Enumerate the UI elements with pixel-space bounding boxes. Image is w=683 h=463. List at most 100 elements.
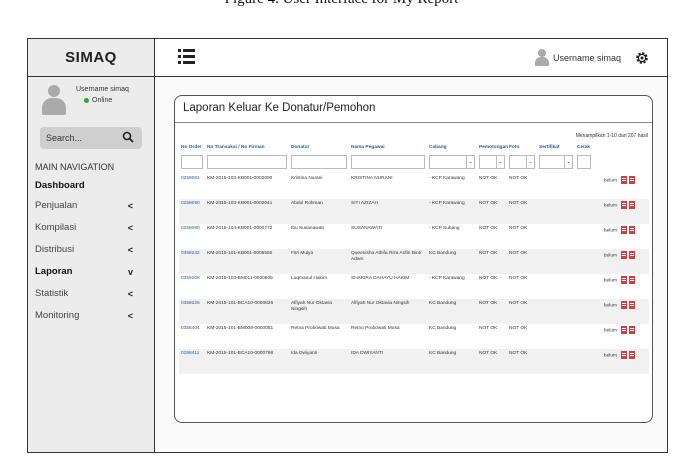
- cell-foto: NOT OK: [507, 198, 537, 224]
- sidebar-item-monitoring[interactable]: Monitoring <: [35, 308, 147, 324]
- filter-row: ⌄ ⌄ ⌄ ⌄: [179, 152, 649, 174]
- cell-cabang: - KCP Karawang: [429, 175, 465, 181]
- cell-cabang: - KCP Karawang: [427, 198, 477, 224]
- table-row[interactable]: 0258081 KM-2015-103-KB001-0002690 Kristina…: [179, 174, 649, 199]
- column-header[interactable]: Sertifikat: [537, 144, 575, 152]
- search-input[interactable]: Search...: [40, 127, 142, 149]
- cell-sertifikat: [537, 348, 575, 374]
- cell-donatur: Alfiyah Nur Oktavia Ningsih: [289, 298, 349, 324]
- sidebar-item-statistik[interactable]: Statistik <: [35, 286, 147, 302]
- cell-nama: SHAKIRA DAHAYU HAKIM: [351, 275, 410, 281]
- user-menu[interactable]: Username simaq: [534, 49, 649, 66]
- pdf-icon[interactable]: [629, 200, 635, 209]
- print-status: belum: [603, 302, 617, 308]
- pdf-icon[interactable]: [621, 325, 627, 334]
- cell-cabang: KC Bandung: [427, 348, 477, 374]
- filter-foto-select[interactable]: ⌄: [509, 154, 535, 169]
- divider: [175, 122, 652, 123]
- cell-foto: NOT OK: [509, 175, 528, 181]
- cell-cetak: belum: [575, 198, 649, 224]
- brand-logo[interactable]: SIMAQ: [28, 39, 154, 77]
- cell-donatur: Luqmanul Hakim: [291, 275, 327, 281]
- filter-cetak-input[interactable]: [577, 154, 591, 169]
- pdf-icon[interactable]: [629, 350, 635, 359]
- order-link[interactable]: 0258090: [181, 226, 200, 231]
- order-link[interactable]: 0358225: [181, 301, 200, 306]
- gear-icon[interactable]: [635, 51, 649, 65]
- pdf-icon[interactable]: [629, 225, 635, 234]
- filter-pemotongan-select[interactable]: ⌄: [479, 154, 505, 169]
- table-row[interactable]: 0358404 KM-2015-101-BM008-0000051 Retna Pr…: [179, 324, 649, 349]
- cell-sertifikat: [537, 198, 575, 224]
- print-status: belum: [603, 352, 617, 358]
- pdf-icon[interactable]: [621, 225, 627, 234]
- print-status: belum: [603, 252, 617, 258]
- cell-cetak: belum: [575, 174, 649, 199]
- chevron-left-icon: <: [127, 245, 133, 255]
- order-link[interactable]: 0358232: [181, 251, 200, 256]
- pdf-icon[interactable]: [621, 200, 627, 209]
- pdf-icon[interactable]: [621, 300, 627, 309]
- cell-cabang: KC Bandung: [427, 248, 477, 274]
- pdf-icon[interactable]: [629, 325, 635, 334]
- search-icon[interactable]: [122, 131, 134, 143]
- filter-donatur-input[interactable]: [291, 154, 347, 169]
- cell-pemotongan: NOT OK: [479, 275, 498, 281]
- menu-toggle-icon[interactable]: [178, 49, 195, 64]
- filter-cabang-select[interactable]: ⌄: [429, 154, 475, 169]
- order-link[interactable]: 0258411: [181, 351, 199, 356]
- chevron-down-icon: ⌄: [466, 155, 474, 168]
- sidebar-item-dashboard[interactable]: Dashboard: [35, 178, 147, 194]
- pdf-icon[interactable]: [629, 300, 635, 309]
- sidebar-item-laporan[interactable]: Laporan v: [35, 264, 147, 280]
- order-link[interactable]: 0258090: [181, 201, 200, 206]
- sidebar-item-kompilasi[interactable]: Kompilasi <: [35, 220, 147, 236]
- pdf-icon[interactable]: [621, 250, 627, 259]
- pdf-icon[interactable]: [629, 250, 635, 259]
- pdf-icon[interactable]: [629, 275, 635, 284]
- filter-transaksi-input[interactable]: [207, 154, 287, 169]
- table-row[interactable]: 0258411 KM-2015-101-BCA10-0000798 Ida Dwiy…: [179, 348, 649, 374]
- app-window: SIMAQ Username simaq Online Search... MA…: [27, 38, 668, 453]
- cell-transaksi: KM-2015-104-KB001-0000772: [207, 225, 273, 231]
- pdf-icon[interactable]: [621, 175, 627, 184]
- table-row[interactable]: 0258090 KM-2015-103-KB001-0002041 Abdul Ro…: [179, 198, 649, 224]
- cell-sertifikat: [537, 274, 575, 299]
- cell-donatur: Ibu Susanawati: [291, 225, 324, 231]
- column-header[interactable]: No Transaksi / No Firman: [205, 144, 289, 152]
- order-link[interactable]: 0359208: [181, 276, 200, 281]
- chevron-down-icon: v: [127, 267, 133, 277]
- figure-caption: Figure 4. User Interface for My Report: [0, 0, 683, 22]
- table-row[interactable]: 0258090 KM-2015-104-KB001-0000772 Ibu Susa…: [179, 224, 649, 249]
- order-link[interactable]: 0258081: [181, 176, 200, 181]
- pdf-icon[interactable]: [621, 350, 627, 359]
- order-link[interactable]: 0358404: [181, 326, 200, 331]
- chevron-down-icon: ⌄: [526, 155, 534, 168]
- pdf-icon[interactable]: [621, 275, 627, 284]
- top-bar: Username simaq: [155, 39, 667, 77]
- column-header[interactable]: Pemotongan: [477, 144, 508, 152]
- cell-donatur: Retna Probowati Musa: [291, 325, 340, 331]
- column-header[interactable]: Foto: [507, 144, 537, 152]
- table-row[interactable]: 0358225 KM-2015-101-BCA10-0000826 Alfiyah …: [179, 298, 649, 324]
- column-header[interactable]: Cabang: [427, 144, 477, 152]
- filter-sertifikat-select[interactable]: ⌄: [539, 154, 573, 169]
- table-row[interactable]: 0358232 KM-2015-101-KB001-0005550 Fitri Mu…: [179, 248, 649, 274]
- sidebar-item-distribusi[interactable]: Distribusi <: [35, 242, 147, 258]
- cell-nama: IDA DWIYANTI: [349, 348, 427, 374]
- chevron-down-icon: ⌄: [496, 155, 504, 168]
- sidebar-item-penjualan[interactable]: Penjualan <: [35, 198, 147, 214]
- table-row[interactable]: 0359208 KM-2015-103-BM011-0000605 Luqmanul…: [179, 274, 649, 299]
- column-header[interactable]: Cetak: [575, 144, 649, 152]
- pdf-icon[interactable]: [629, 175, 635, 184]
- filter-order-input[interactable]: [181, 154, 203, 169]
- cell-transaksi: KM-2015-101-KB001-0005550: [205, 248, 289, 274]
- column-header[interactable]: Donatur: [289, 144, 349, 152]
- cell-transaksi: KM-2015-103-KB001-0002690: [207, 175, 273, 181]
- print-status: belum: [603, 277, 617, 283]
- cell-nama: Retno Probowati Musa: [351, 325, 400, 331]
- filter-nama-input[interactable]: [351, 154, 425, 169]
- table-body: 0258081 KM-2015-103-KB001-0002690 Kristina…: [179, 174, 649, 374]
- column-header[interactable]: Nama Pegawai: [349, 144, 427, 152]
- column-header[interactable]: No Order: [179, 144, 205, 152]
